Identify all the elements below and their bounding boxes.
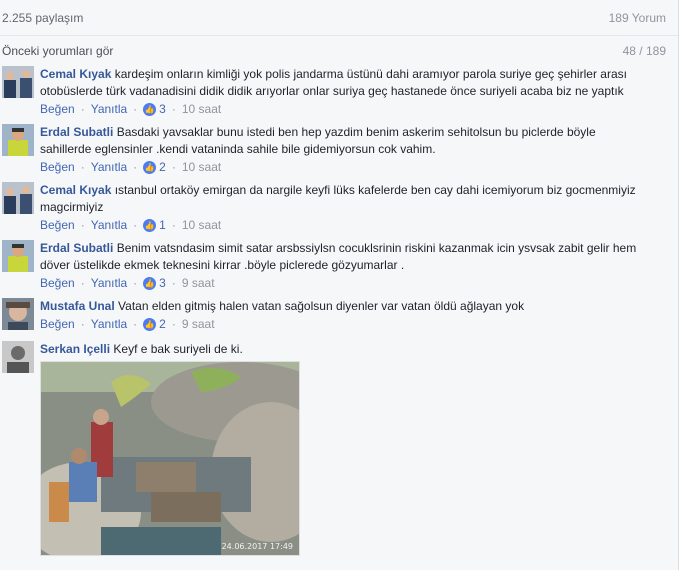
comment-time[interactable]: 10 saat bbox=[182, 101, 221, 117]
comments-count[interactable]: 189 Yorum bbox=[609, 11, 666, 25]
avatar[interactable] bbox=[2, 341, 34, 373]
like-button[interactable]: Beğen bbox=[40, 316, 75, 332]
comment-text: kardeşim onların kimliği yok polis janda… bbox=[40, 67, 627, 98]
reply-button[interactable]: Yanıtla bbox=[91, 217, 127, 233]
avatar[interactable] bbox=[2, 66, 34, 98]
comment-text: Keyf e bak suriyeli de ki. bbox=[113, 342, 243, 356]
like-count[interactable]: 1 bbox=[159, 217, 166, 233]
comment-text: Benim vatsndasim simit satar arsbssiylsn… bbox=[40, 241, 637, 272]
comment-author[interactable]: Mustafa Unal bbox=[40, 299, 115, 313]
thumbs-up-icon: 👍 bbox=[143, 317, 157, 331]
thumbs-up-icon: 👍 bbox=[143, 218, 157, 232]
like-button[interactable]: Beğen bbox=[40, 275, 75, 291]
comments-panel: 2.255 paylaşım 189 Yorum Önceki yorumlar… bbox=[0, 0, 678, 570]
reply-button[interactable]: Yanıtla bbox=[91, 101, 127, 117]
reply-button[interactable]: Yanıtla bbox=[91, 316, 127, 332]
photo-timestamp: 24.06.2017 17:49 bbox=[221, 542, 293, 551]
comment-time[interactable]: 10 saat bbox=[182, 217, 221, 233]
comment-time[interactable]: 9 saat bbox=[182, 275, 215, 291]
comment-author[interactable]: Cemal Kıyak bbox=[40, 67, 111, 81]
thumbs-up-icon: 👍 bbox=[143, 276, 157, 290]
view-previous-comments-link[interactable]: Önceki yorumları gör bbox=[2, 44, 113, 58]
reply-button[interactable]: Yanıtla bbox=[91, 159, 127, 175]
avatar[interactable] bbox=[2, 298, 34, 330]
previous-comments-row: Önceki yorumları gör 48 / 189 bbox=[0, 44, 678, 58]
reply-button[interactable]: Yanıtla bbox=[91, 275, 127, 291]
comment-photo[interactable]: 24.06.2017 17:49 bbox=[40, 361, 300, 556]
comment-author[interactable]: Erdal Subatli bbox=[40, 125, 113, 139]
avatar[interactable] bbox=[2, 124, 34, 156]
comment-text: Vatan elden gitmiş halen vatan sağolsun … bbox=[118, 299, 525, 313]
like-count[interactable]: 3 bbox=[159, 101, 166, 117]
like-button[interactable]: Beğen bbox=[40, 159, 75, 175]
comments-pager: 48 / 189 bbox=[622, 44, 666, 58]
page-edge bbox=[678, 0, 685, 570]
shares-count[interactable]: 2.255 paylaşım bbox=[2, 11, 83, 25]
comment-author[interactable]: Cemal Kıyak bbox=[40, 183, 111, 197]
avatar[interactable] bbox=[2, 182, 34, 214]
like-count[interactable]: 2 bbox=[159, 159, 166, 175]
comment-text: Basdaki yavsaklar bunu istedi ben hep ya… bbox=[40, 125, 596, 156]
like-count[interactable]: 2 bbox=[159, 316, 166, 332]
like-button[interactable]: Beğen bbox=[40, 101, 75, 117]
avatar[interactable] bbox=[2, 240, 34, 272]
comment-author[interactable]: Erdal Subatli bbox=[40, 241, 113, 255]
post-stats-bar: 2.255 paylaşım 189 Yorum bbox=[0, 0, 678, 36]
comment-time[interactable]: 9 saat bbox=[182, 316, 215, 332]
comment-text: ıstanbul ortaköy emirgan da nargile keyf… bbox=[40, 183, 636, 214]
thumbs-up-icon: 👍 bbox=[143, 160, 157, 174]
comment-time[interactable]: 10 saat bbox=[182, 159, 221, 175]
like-button[interactable]: Beğen bbox=[40, 217, 75, 233]
comment-author[interactable]: Serkan Içelli bbox=[40, 342, 110, 356]
like-count[interactable]: 3 bbox=[159, 275, 166, 291]
thumbs-up-icon: 👍 bbox=[143, 102, 157, 116]
